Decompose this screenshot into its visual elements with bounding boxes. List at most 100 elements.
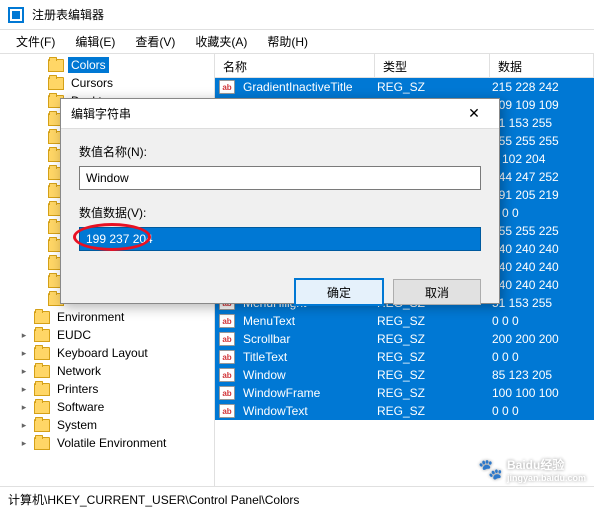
ok-button[interactable]: 确定 bbox=[295, 279, 383, 305]
cell-name: Window bbox=[239, 368, 373, 382]
folder-icon bbox=[34, 419, 50, 432]
tree-item[interactable]: ▸ System bbox=[0, 416, 214, 434]
cell-data: 0 0 0 bbox=[488, 404, 594, 418]
folder-icon bbox=[48, 59, 64, 72]
tree-label: Printers bbox=[54, 381, 101, 397]
cell-data: 191 205 219 bbox=[488, 188, 594, 202]
chevron-icon[interactable] bbox=[32, 257, 44, 269]
folder-icon bbox=[34, 329, 50, 342]
cell-data: 215 228 242 bbox=[488, 80, 594, 94]
string-value-icon: ab bbox=[219, 404, 235, 418]
tree-item[interactable]: ▸ Printers bbox=[0, 380, 214, 398]
chevron-icon[interactable] bbox=[32, 59, 44, 71]
tree-label: EUDC bbox=[54, 327, 94, 343]
chevron-icon[interactable]: ▸ bbox=[18, 419, 30, 431]
cancel-button[interactable]: 取消 bbox=[393, 279, 481, 305]
chevron-icon[interactable]: ▸ bbox=[18, 437, 30, 449]
chevron-icon[interactable] bbox=[32, 113, 44, 125]
chevron-icon[interactable] bbox=[32, 275, 44, 287]
cell-data: 0 102 204 bbox=[488, 152, 594, 166]
chevron-icon[interactable] bbox=[32, 203, 44, 215]
cell-data: 85 123 205 bbox=[488, 368, 594, 382]
folder-icon bbox=[48, 77, 64, 90]
string-value-icon: ab bbox=[219, 350, 235, 364]
tree-label: Cursors bbox=[68, 75, 116, 91]
data-input[interactable] bbox=[79, 227, 481, 251]
col-data[interactable]: 数据 bbox=[490, 54, 594, 77]
menu-help[interactable]: 帮助(H) bbox=[259, 31, 316, 52]
tree-label: Colors bbox=[68, 57, 109, 73]
cell-data: 51 153 255 bbox=[488, 116, 594, 130]
cell-data: 100 100 100 bbox=[488, 386, 594, 400]
close-icon[interactable]: ✕ bbox=[459, 99, 489, 129]
chevron-icon[interactable]: ▸ bbox=[18, 365, 30, 377]
chevron-icon[interactable] bbox=[32, 149, 44, 161]
dialog-buttons: 确定 取消 bbox=[61, 279, 499, 319]
menu-favorites[interactable]: 收藏夹(A) bbox=[187, 31, 255, 52]
folder-icon bbox=[34, 383, 50, 396]
menu-edit[interactable]: 编辑(E) bbox=[67, 31, 123, 52]
chevron-icon[interactable]: ▸ bbox=[18, 401, 30, 413]
menu-bar: 文件(F) 编辑(E) 查看(V) 收藏夹(A) 帮助(H) bbox=[0, 30, 594, 54]
app-title: 注册表编辑器 bbox=[32, 6, 104, 23]
list-row[interactable]: abTitleTextREG_SZ0 0 0 bbox=[215, 348, 594, 366]
cell-type: REG_SZ bbox=[373, 404, 488, 418]
chevron-icon[interactable]: ▸ bbox=[18, 383, 30, 395]
chevron-icon[interactable] bbox=[32, 95, 44, 107]
list-header: 名称 类型 数据 bbox=[215, 54, 594, 78]
tree-item[interactable]: ▸ Volatile Environment bbox=[0, 434, 214, 452]
list-row[interactable]: abWindowREG_SZ85 123 205 bbox=[215, 366, 594, 384]
cell-data: 109 109 109 bbox=[488, 98, 594, 112]
cell-type: REG_SZ bbox=[373, 368, 488, 382]
cell-data: 51 153 255 bbox=[488, 296, 594, 310]
cell-data: 255 255 225 bbox=[488, 224, 594, 238]
cell-data: 200 200 200 bbox=[488, 332, 594, 346]
string-value-icon: ab bbox=[219, 80, 235, 94]
chevron-icon[interactable] bbox=[32, 239, 44, 251]
list-row[interactable]: abWindowFrameREG_SZ100 100 100 bbox=[215, 384, 594, 402]
chevron-icon[interactable]: ▸ bbox=[18, 347, 30, 359]
cell-data: 240 240 240 bbox=[488, 260, 594, 274]
menu-file[interactable]: 文件(F) bbox=[8, 31, 63, 52]
col-type[interactable]: 类型 bbox=[375, 54, 490, 77]
col-name[interactable]: 名称 bbox=[215, 54, 375, 77]
tree-item[interactable]: ▸Network bbox=[0, 362, 214, 380]
folder-icon bbox=[34, 401, 50, 414]
chevron-icon[interactable] bbox=[18, 311, 30, 323]
cell-name: TitleText bbox=[239, 350, 373, 364]
chevron-icon[interactable] bbox=[32, 293, 44, 305]
chevron-icon[interactable] bbox=[32, 77, 44, 89]
tree-label: Volatile Environment bbox=[54, 435, 169, 451]
tree-item[interactable]: ▸ Keyboard Layout bbox=[0, 344, 214, 362]
name-input[interactable] bbox=[79, 166, 481, 190]
list-row[interactable]: abScrollbarREG_SZ200 200 200 bbox=[215, 330, 594, 348]
chevron-icon[interactable]: ▸ bbox=[18, 329, 30, 341]
tree-item[interactable]: ▸ EUDC bbox=[0, 326, 214, 344]
cell-type: REG_SZ bbox=[373, 350, 488, 364]
chevron-icon[interactable] bbox=[32, 167, 44, 179]
tree-item[interactable]: Cursors bbox=[0, 74, 214, 92]
app-icon bbox=[8, 7, 24, 23]
cell-name: Scrollbar bbox=[239, 332, 373, 346]
cell-name: WindowText bbox=[239, 404, 373, 418]
tree-item[interactable]: ▸Software bbox=[0, 398, 214, 416]
status-bar: 计算机\HKEY_CURRENT_USER\Control Panel\Colo… bbox=[0, 486, 594, 512]
list-row[interactable]: ab WindowTextREG_SZ0 0 0 bbox=[215, 402, 594, 420]
string-value-icon: ab bbox=[219, 386, 235, 400]
menu-view[interactable]: 查看(V) bbox=[127, 31, 183, 52]
title-bar: 注册表编辑器 bbox=[0, 0, 594, 30]
cell-data: 0 0 0 bbox=[488, 314, 594, 328]
cell-data: 255 255 255 bbox=[488, 134, 594, 148]
folder-icon bbox=[34, 437, 50, 450]
tree-item[interactable]: Colors bbox=[0, 56, 214, 74]
chevron-icon[interactable] bbox=[32, 185, 44, 197]
chevron-icon[interactable] bbox=[32, 221, 44, 233]
string-value-icon: ab bbox=[219, 332, 235, 346]
tree-label: Keyboard Layout bbox=[54, 345, 151, 361]
cell-name: GradientInactiveTitle bbox=[239, 80, 373, 94]
cell-data: 240 240 240 bbox=[488, 242, 594, 256]
cell-data: 244 247 252 bbox=[488, 170, 594, 184]
list-row[interactable]: abGradientInactiveTitleREG_SZ215 228 242 bbox=[215, 78, 594, 96]
tree-label: System bbox=[54, 417, 100, 433]
chevron-icon[interactable] bbox=[32, 131, 44, 143]
